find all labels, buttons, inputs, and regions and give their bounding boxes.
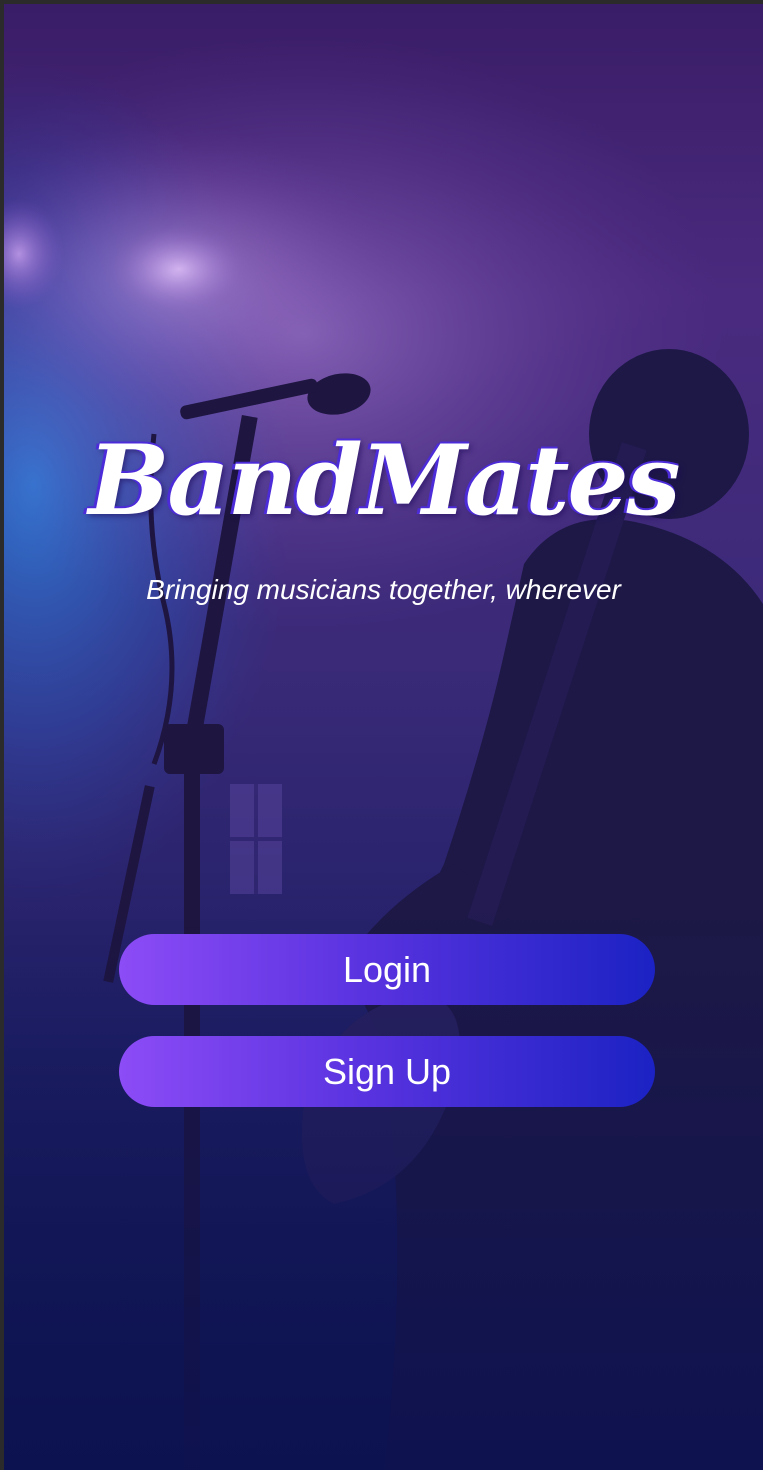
app-tagline: Bringing musicians together, wherever [146, 574, 621, 605]
app-title-logo: BandMates [88, 424, 680, 537]
login-button[interactable]: Login [119, 934, 655, 1005]
welcome-screen: BandMates Bringing musicians together, w… [4, 4, 763, 1470]
sign-up-button[interactable]: Sign Up [119, 1036, 655, 1107]
concert-background-image [4, 34, 763, 1470]
